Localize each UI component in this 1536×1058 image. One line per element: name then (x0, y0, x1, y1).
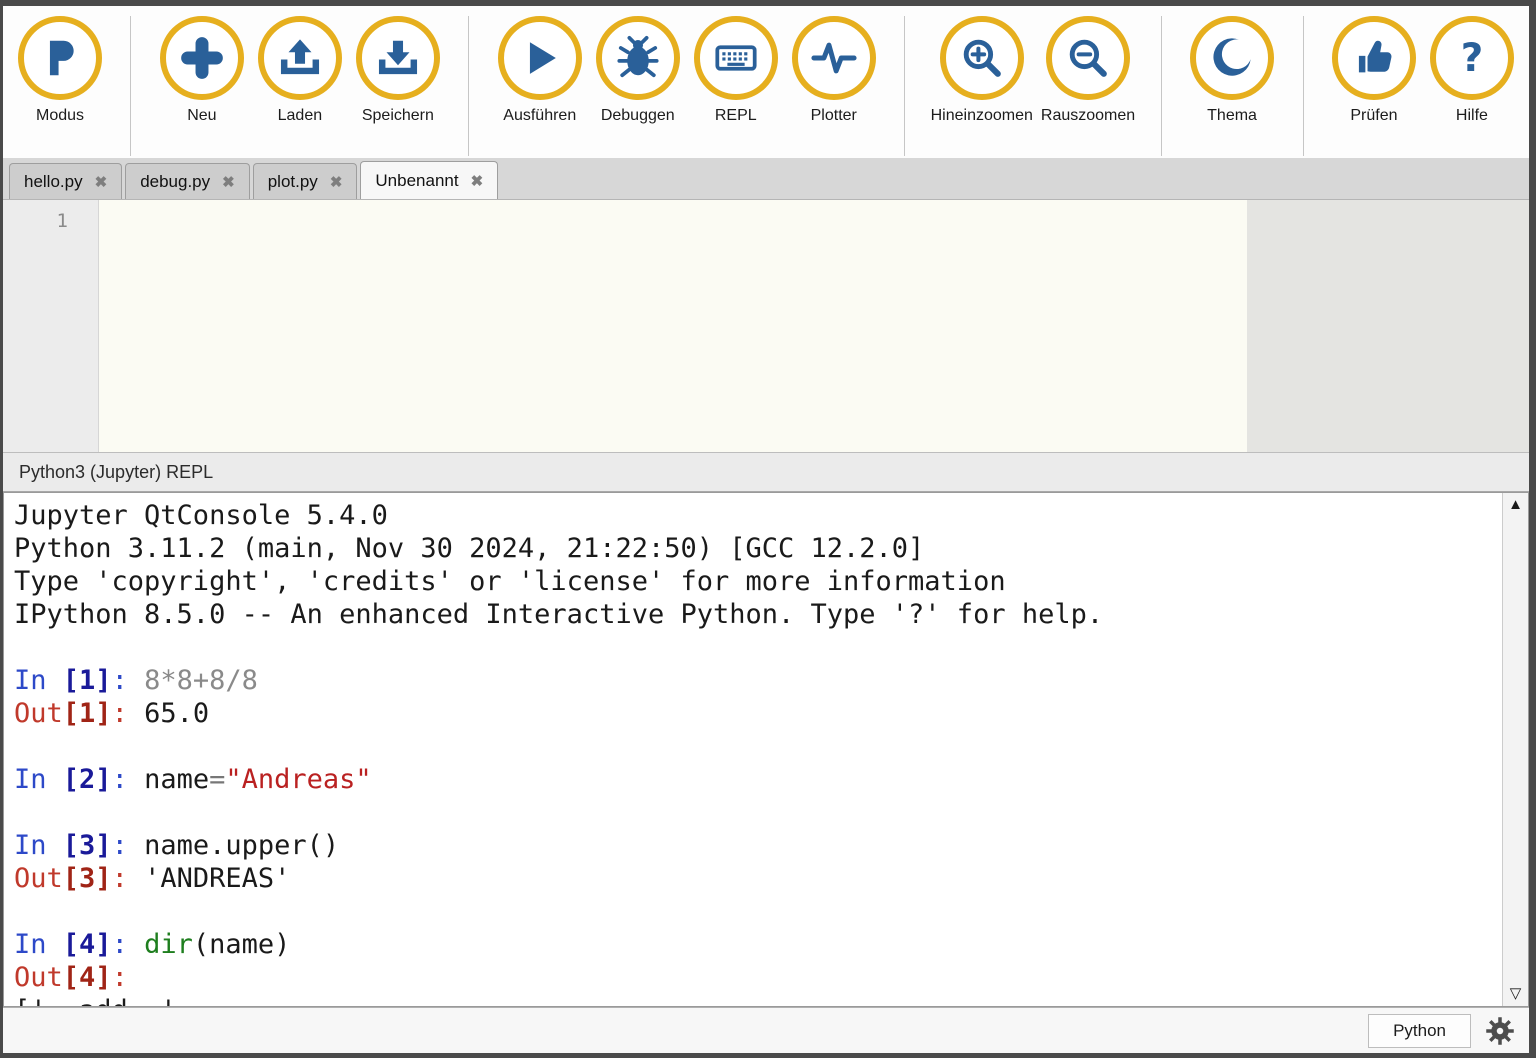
toolbar-button-hilfe[interactable]: ? Hilfe (1423, 16, 1521, 125)
toolbar-group: Hineinzoomen Rauszoomen (927, 16, 1140, 125)
toolbar-button-label: Prüfen (1350, 107, 1397, 125)
toolbar-group: Modus (11, 16, 109, 125)
close-icon[interactable]: ✖ (222, 173, 235, 191)
console-output[interactable]: Jupyter QtConsole 5.4.0Python 3.11.2 (ma… (4, 493, 1502, 1006)
question-icon: ? (1430, 16, 1514, 100)
toolbar-button-label: Hilfe (1456, 107, 1488, 125)
toolbar-button-ausfuehren[interactable]: Ausführen (491, 16, 589, 125)
toolbar-divider (130, 16, 131, 156)
toolbar-button-pruefen[interactable]: Prüfen (1325, 16, 1423, 125)
toolbar-divider (1303, 16, 1304, 156)
tab-plot.py[interactable]: plot.py ✖ (253, 163, 358, 199)
console-line: ['__add__', (14, 994, 1502, 1006)
line-number-gutter: 1 (3, 200, 99, 452)
toolbar-button-hineinzoomen[interactable]: Hineinzoomen (927, 16, 1037, 125)
thonny-window: Modus Neu Laden Speichern Ausführen Debuggen R… (0, 0, 1536, 1058)
console-scrollbar[interactable]: ▲ ▽ (1502, 493, 1528, 1006)
status-bar: Python (3, 1007, 1529, 1053)
tab-debug.py[interactable]: debug.py ✖ (125, 163, 250, 199)
upload-icon (258, 16, 342, 100)
tab-hello.py[interactable]: hello.py ✖ (9, 163, 122, 199)
mode-icon (18, 16, 102, 100)
repl-console[interactable]: Jupyter QtConsole 5.4.0Python 3.11.2 (ma… (3, 492, 1529, 1007)
console-line: IPython 8.5.0 -- An enhanced Interactive… (14, 598, 1502, 631)
toolbar-button-speichern[interactable]: Speichern (349, 16, 447, 125)
toolbar-button-rauszoomen[interactable]: Rauszoomen (1037, 16, 1139, 125)
console-line: Out[4]: (14, 961, 1502, 994)
close-icon[interactable]: ✖ (95, 173, 108, 191)
console-line: Out[3]: 'ANDREAS' (14, 862, 1502, 895)
toolbar-group: Prüfen? Hilfe (1325, 16, 1521, 125)
toolbar-button-plotter[interactable]: Plotter (785, 16, 883, 125)
repl-panel-header: Python3 (Jupyter) REPL (3, 452, 1529, 492)
toolbar-button-label: Modus (36, 107, 84, 125)
console-line: Python 3.11.2 (main, Nov 30 2024, 21:22:… (14, 532, 1502, 565)
zoom-in-icon (940, 16, 1024, 100)
play-icon (498, 16, 582, 100)
tab-label: debug.py (140, 172, 210, 192)
gear-icon[interactable] (1485, 1016, 1515, 1046)
line-number: 1 (3, 210, 68, 232)
toolbar: Modus Neu Laden Speichern Ausführen Debuggen R… (3, 6, 1529, 158)
close-icon[interactable]: ✖ (471, 172, 484, 190)
toolbar-button-label: Neu (187, 107, 216, 125)
moon-icon (1190, 16, 1274, 100)
svg-text:?: ? (1461, 36, 1484, 81)
close-icon[interactable]: ✖ (330, 173, 343, 191)
waveform-icon (792, 16, 876, 100)
toolbar-button-label: Rauszoomen (1041, 107, 1135, 125)
toolbar-button-laden[interactable]: Laden (251, 16, 349, 125)
toolbar-button-label: REPL (715, 107, 757, 125)
editor-empty-region (1247, 200, 1529, 452)
console-line: In [1]: 8*8+8/8 (14, 664, 1502, 697)
editor-area[interactable]: 1 (3, 200, 1529, 452)
zoom-out-icon (1046, 16, 1130, 100)
toolbar-button-modus[interactable]: Modus (11, 16, 109, 125)
tab-bar: hello.py ✖ debug.py ✖ plot.py ✖ Unbenannt ✖ (3, 158, 1529, 200)
thumbs-up-icon (1332, 16, 1416, 100)
toolbar-button-debuggen[interactable]: Debuggen (589, 16, 687, 125)
scroll-up-icon[interactable]: ▲ (1508, 497, 1523, 513)
console-line (14, 730, 1502, 763)
toolbar-button-label: Ausführen (503, 107, 576, 125)
code-area[interactable] (99, 200, 1529, 452)
toolbar-divider (468, 16, 469, 156)
toolbar-group: Ausführen Debuggen REPL Plotter (491, 16, 883, 125)
tab-label: hello.py (24, 172, 83, 192)
toolbar-button-thema[interactable]: Thema (1183, 16, 1281, 125)
toolbar-button-label: Debuggen (601, 107, 675, 125)
toolbar-button-label: Laden (278, 107, 323, 125)
console-line: In [2]: name="Andreas" (14, 763, 1502, 796)
tab-Unbenannt[interactable]: Unbenannt ✖ (360, 161, 498, 199)
toolbar-button-label: Speichern (362, 107, 434, 125)
console-line (14, 631, 1502, 664)
toolbar-button-label: Thema (1207, 107, 1257, 125)
toolbar-button-label: Hineinzoomen (931, 107, 1033, 125)
toolbar-divider (904, 16, 905, 156)
tab-label: Unbenannt (375, 171, 458, 191)
download-icon (356, 16, 440, 100)
toolbar-group: Thema (1183, 16, 1281, 125)
plus-icon (160, 16, 244, 100)
scroll-down-icon[interactable]: ▽ (1510, 986, 1522, 1002)
console-line: In [3]: name.upper() (14, 829, 1502, 862)
toolbar-group: Neu Laden Speichern (153, 16, 447, 125)
bug-icon (596, 16, 680, 100)
interpreter-label: Python (1393, 1021, 1446, 1040)
console-line (14, 796, 1502, 829)
console-line: Type 'copyright', 'credits' or 'license'… (14, 565, 1502, 598)
toolbar-divider (1161, 16, 1162, 156)
repl-title: Python3 (Jupyter) REPL (19, 462, 213, 483)
toolbar-button-neu[interactable]: Neu (153, 16, 251, 125)
toolbar-button-label: Plotter (811, 107, 857, 125)
tab-label: plot.py (268, 172, 318, 192)
console-line (14, 895, 1502, 928)
console-line: In [4]: dir(name) (14, 928, 1502, 961)
console-line: Jupyter QtConsole 5.4.0 (14, 499, 1502, 532)
console-line: Out[1]: 65.0 (14, 697, 1502, 730)
keyboard-icon (694, 16, 778, 100)
interpreter-selector[interactable]: Python (1368, 1014, 1471, 1048)
toolbar-button-repl[interactable]: REPL (687, 16, 785, 125)
